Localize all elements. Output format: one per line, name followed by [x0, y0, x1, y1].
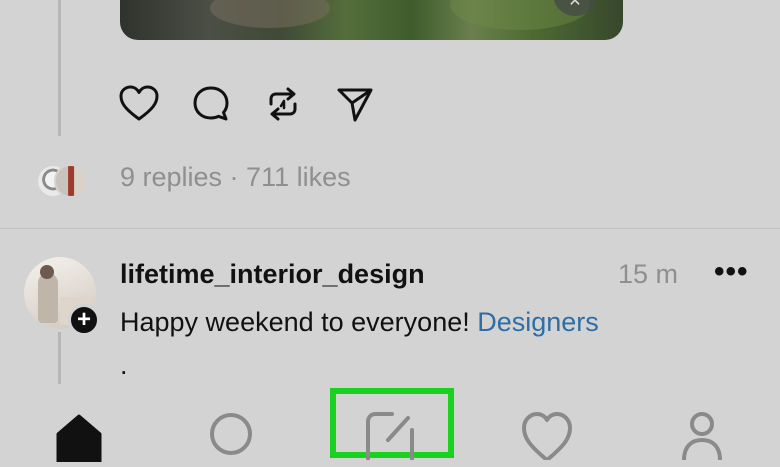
comment-icon: [193, 86, 229, 121]
nav-activity[interactable]: [520, 410, 574, 462]
post-timestamp: 15 m: [618, 259, 679, 289]
speaker-icon: ✕: [568, 0, 582, 10]
search-icon: [210, 413, 252, 455]
post-text-body: Happy weekend to everyone!: [120, 307, 478, 337]
repost-icon: [269, 87, 297, 121]
thread-line: [58, 332, 61, 384]
nav-profile[interactable]: [680, 410, 724, 461]
comment-button[interactable]: [190, 83, 232, 125]
follow-button[interactable]: +: [68, 304, 100, 336]
more-options-button[interactable]: •••: [714, 255, 749, 289]
share-button[interactable]: [334, 83, 376, 125]
post-username[interactable]: lifetime_interior_design: [120, 259, 425, 290]
compose-icon: [366, 412, 414, 462]
nav-home[interactable]: [54, 412, 104, 464]
thread-line: [58, 0, 61, 136]
avatar-shape: [38, 273, 58, 323]
divider: [0, 228, 780, 229]
reply-avatars[interactable]: [36, 160, 88, 198]
send-icon: [337, 88, 373, 122]
post-text: Happy weekend to everyone! Designers: [120, 307, 599, 338]
avatar-shape: [40, 265, 54, 279]
home-icon: [56, 414, 102, 464]
post-actions: [118, 82, 376, 126]
repost-button[interactable]: [262, 83, 304, 125]
avatar: [54, 164, 88, 198]
heart-icon: [119, 85, 159, 121]
media-shape: [210, 0, 330, 28]
reply-like-count[interactable]: 9 replies · 711 likes: [120, 162, 351, 193]
like-button[interactable]: [118, 83, 160, 125]
hashtag-link[interactable]: Designers: [477, 307, 599, 337]
post-media-image[interactable]: ✕: [120, 0, 623, 40]
heart-icon: [522, 412, 572, 462]
nav-search[interactable]: [208, 410, 258, 460]
post-text-continuation: .: [120, 350, 128, 380]
nav-compose[interactable]: [364, 410, 418, 462]
profile-icon: [682, 412, 722, 461]
